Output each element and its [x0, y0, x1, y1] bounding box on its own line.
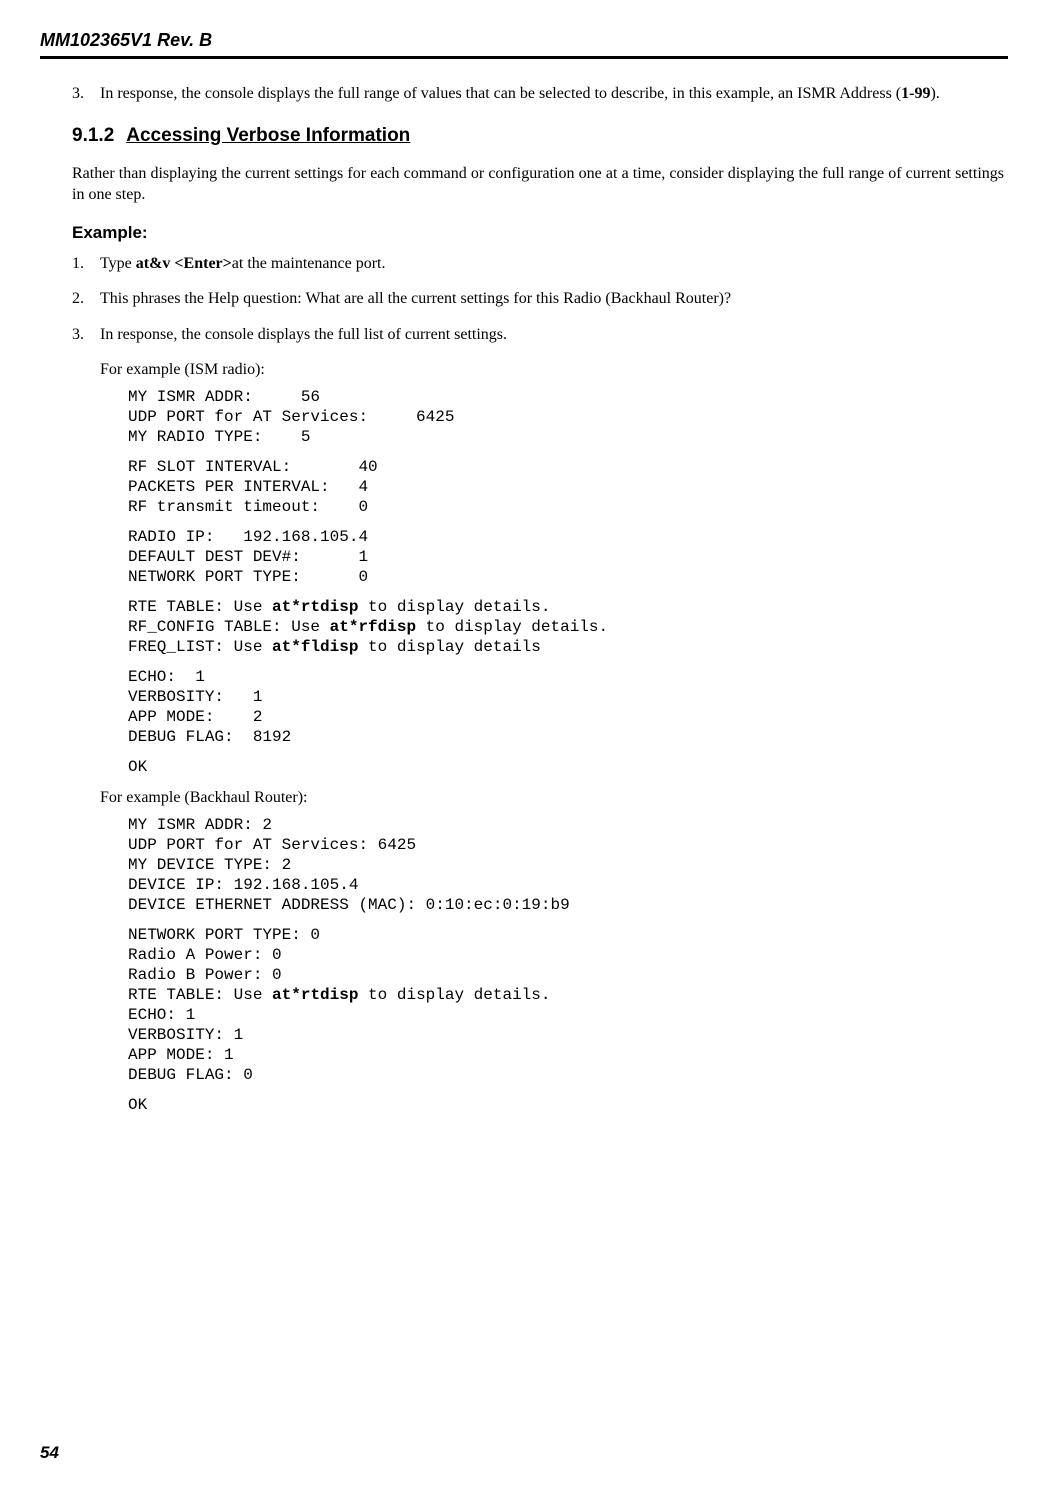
bold-text: at*fldisp	[272, 638, 358, 656]
bold-text: at*rtdisp	[272, 598, 358, 616]
item-number: 1.	[72, 253, 100, 275]
for-example-label: For example (Backhaul Router):	[100, 787, 1004, 809]
item-number: 3.	[72, 83, 100, 105]
code-block: RF SLOT INTERVAL: 40 PACKETS PER INTERVA…	[128, 457, 1004, 517]
text: to display details.	[416, 618, 608, 636]
list-item: 2. This phrases the Help question: What …	[72, 288, 1004, 310]
text: to display details	[358, 638, 540, 656]
code-block: MY ISMR ADDR: 56 UDP PORT for AT Service…	[128, 387, 1004, 447]
code-block: RADIO IP: 192.168.105.4 DEFAULT DEST DEV…	[128, 527, 1004, 587]
list-item: 3. In response, the console displays the…	[72, 83, 1004, 105]
code-block: OK	[128, 1095, 1004, 1115]
item-number: 2.	[72, 288, 100, 310]
section-paragraph: Rather than displaying the current setti…	[72, 163, 1004, 206]
page-number: 54	[40, 1442, 59, 1465]
header-title: MM102365V1 Rev. B	[40, 30, 212, 50]
text: RF_CONFIG TABLE: Use	[128, 618, 330, 636]
section-number: 9.1.2	[72, 123, 114, 149]
for-example-label: For example (ISM radio):	[100, 359, 1004, 381]
bold-text: at*rtdisp	[272, 986, 358, 1004]
code-block: NETWORK PORT TYPE: 0 Radio A Power: 0 Ra…	[128, 925, 1004, 1085]
example-label: Example:	[72, 222, 1004, 245]
text: RTE TABLE: Use	[128, 598, 272, 616]
item-number: 3.	[72, 324, 100, 346]
list-item: 1. Type at&v <Enter>at the maintenance p…	[72, 253, 1004, 275]
page-header: MM102365V1 Rev. B	[40, 28, 1008, 59]
text: at the maintenance port.	[232, 255, 386, 272]
item-body: Type at&v <Enter>at the maintenance port…	[100, 253, 1004, 275]
bold-text: at*rfdisp	[330, 618, 416, 636]
text: FREQ_LIST: Use	[128, 638, 272, 656]
item-body: This phrases the Help question: What are…	[100, 288, 1004, 310]
code-block: OK	[128, 757, 1004, 777]
code-block: ECHO: 1 VERBOSITY: 1 APP MODE: 2 DEBUG F…	[128, 667, 1004, 747]
item-body: In response, the console displays the fu…	[100, 324, 1004, 346]
text: Type	[100, 255, 136, 272]
text: to display details.	[358, 598, 550, 616]
bold-text: 1-99	[901, 85, 930, 102]
text: ).	[930, 85, 939, 102]
item-body: In response, the console displays the fu…	[100, 83, 1004, 105]
section-heading: 9.1.2 Accessing Verbose Information	[72, 123, 1004, 149]
text: In response, the console displays the fu…	[100, 85, 901, 102]
code-block: RTE TABLE: Use at*rtdisp to display deta…	[128, 597, 1004, 657]
list-item: 3. In response, the console displays the…	[72, 324, 1004, 346]
code-block: MY ISMR ADDR: 2 UDP PORT for AT Services…	[128, 815, 1004, 915]
bold-text: at&v <Enter>	[136, 255, 232, 272]
section-title: Accessing Verbose Information	[126, 125, 410, 146]
page-content: 3. In response, the console displays the…	[40, 83, 1008, 1114]
